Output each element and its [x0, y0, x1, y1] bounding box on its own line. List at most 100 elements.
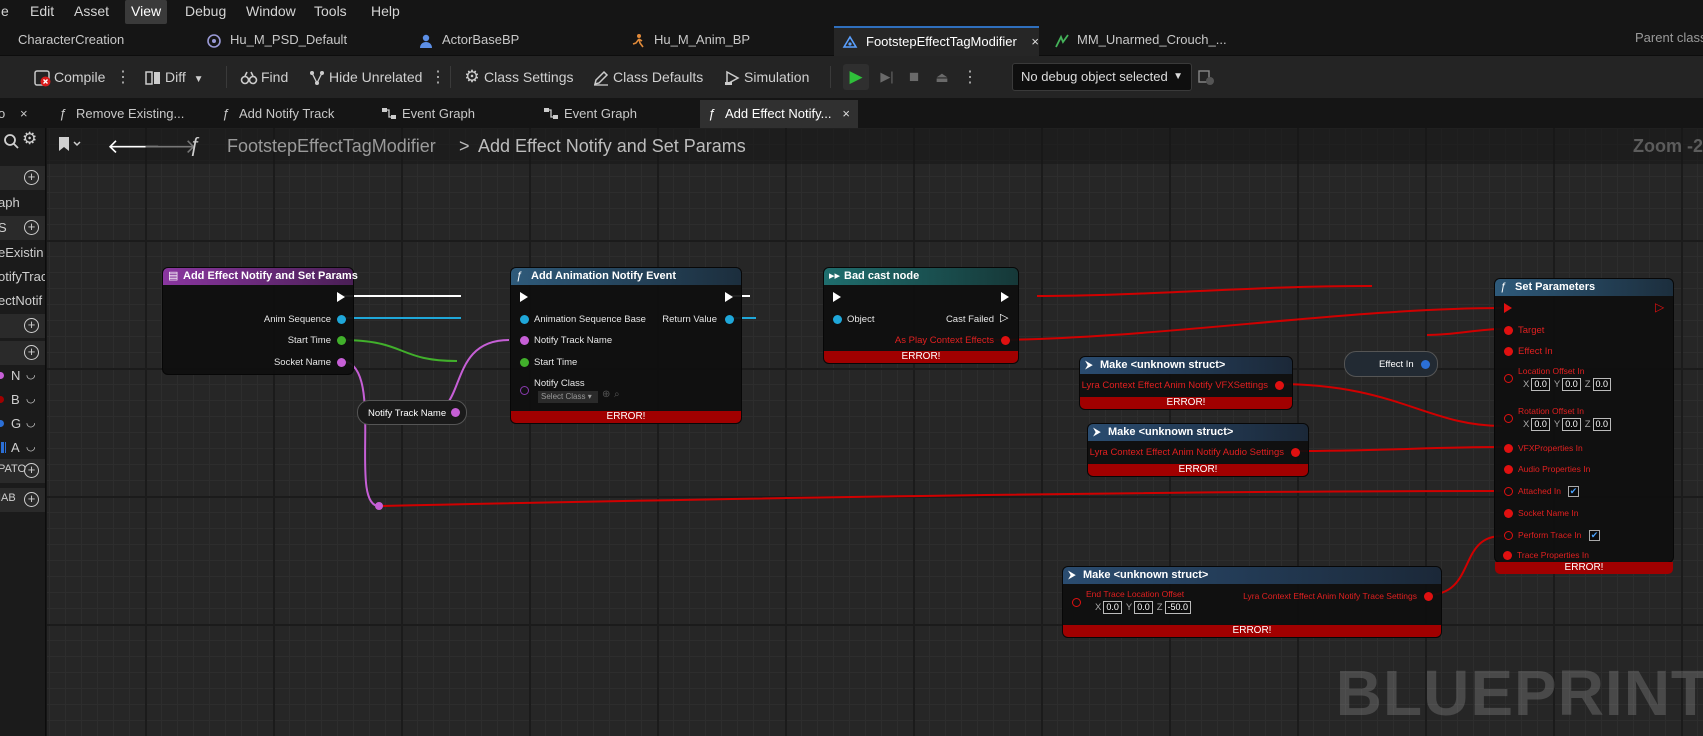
macros-header[interactable]: +	[0, 314, 45, 338]
close-tab-icon[interactable]: ×	[20, 100, 28, 128]
menu-debug[interactable]: Debug	[179, 0, 232, 24]
notify-class-pin[interactable]	[520, 386, 529, 395]
tab-character-creation[interactable]: CharacterCreation	[0, 26, 185, 56]
add-icon[interactable]: +	[24, 345, 39, 360]
start-time-pin[interactable]	[520, 358, 529, 367]
step-icon[interactable]: ▶|	[874, 64, 900, 90]
search-icon[interactable]: ⌕	[614, 389, 620, 400]
notify-track-name-getter[interactable]: Notify Track Name	[357, 400, 467, 425]
breadcrumb-function[interactable]: FootstepEffectTagModifier	[227, 136, 436, 157]
z-input[interactable]: -50.0	[1164, 601, 1192, 614]
make-vfx-struct-node[interactable]: ⮞ Make <unknown struct> Lyra Context Eff…	[1079, 356, 1293, 410]
debug-object-select[interactable]: No debug object selected ▼	[1012, 63, 1192, 91]
anim-sequence-pin[interactable]	[337, 315, 346, 324]
compile-button[interactable]: Compile	[33, 65, 105, 89]
attached-checkbox[interactable]: ✔	[1568, 486, 1579, 497]
reroute-knot[interactable]	[375, 502, 383, 510]
z-input[interactable]: 0.0	[1592, 418, 1612, 431]
tab-actor-base-bp[interactable]: ActorBaseBP	[418, 26, 608, 56]
menu-view[interactable]: View	[125, 0, 168, 24]
socket-name-pin[interactable]	[337, 358, 346, 367]
tab-event-graph-2[interactable]: Event Graph	[540, 100, 637, 128]
graph-item[interactable]: aph	[0, 191, 45, 215]
stop-icon[interactable]: ■	[901, 64, 927, 90]
z-input[interactable]: 0.0	[1592, 378, 1612, 391]
location-offset-pin[interactable]	[1504, 374, 1513, 383]
bookmark-icon[interactable]	[57, 136, 83, 157]
select-class-dropdown[interactable]: Select Class ▾	[538, 391, 598, 403]
eye-icon[interactable]: ◡	[26, 440, 36, 453]
function-item-remove-existing[interactable]: eExistin	[0, 241, 45, 265]
search-icon[interactable]	[3, 133, 19, 152]
vfx-settings-out-pin[interactable]	[1275, 381, 1284, 390]
menu-help[interactable]: Help	[365, 0, 406, 24]
variable-item[interactable]: A ◡	[0, 436, 45, 460]
menu-file[interactable]: e	[0, 0, 15, 24]
local-variables-header[interactable]: IAB +	[0, 488, 45, 512]
audio-settings-out-pin[interactable]	[1291, 448, 1300, 457]
exec-in-pin[interactable]	[833, 292, 841, 302]
gear-icon[interactable]: ⚙	[22, 129, 37, 149]
blueprint-graph-canvas[interactable]: 🡐 🡒 ƒ FootstepEffectTagModifier > Add Ef…	[47, 128, 1703, 736]
return-value-pin[interactable]	[725, 315, 734, 324]
menu-window[interactable]: Window	[240, 0, 302, 24]
tab-hu-m-anim-bp[interactable]: Hu_M_Anim_BP	[630, 26, 820, 56]
menu-edit[interactable]: Edit	[24, 0, 60, 24]
target-pin[interactable]	[1504, 326, 1513, 335]
close-tab-icon[interactable]: ×	[1031, 28, 1039, 56]
class-defaults-button[interactable]: Class Defaults	[592, 65, 703, 89]
add-icon[interactable]: +	[24, 463, 39, 478]
trace-properties-pin[interactable]	[1503, 551, 1512, 560]
debug-filter-icon[interactable]	[1197, 68, 1215, 89]
x-input[interactable]: 0.0	[1531, 378, 1550, 391]
add-icon[interactable]: +	[24, 492, 39, 507]
compile-options-icon[interactable]: ⋮	[115, 67, 131, 87]
eye-icon[interactable]: ◡	[26, 392, 36, 405]
play-options-icon[interactable]: ⋮	[962, 67, 978, 87]
diff-button[interactable]: Diff ▼	[144, 65, 204, 89]
exec-out-pin[interactable]	[725, 292, 733, 302]
exec-in-pin[interactable]	[1504, 303, 1512, 313]
variable-item[interactable]: B ◡	[0, 388, 45, 412]
find-button[interactable]: Find	[240, 65, 288, 89]
tab-add-effect-notify[interactable]: ƒ Add Effect Notify... ×	[700, 100, 858, 128]
attached-pin[interactable]	[1504, 487, 1513, 496]
bad-cast-node[interactable]: ▸▸ Bad cast node Object Cast Failed ▷ As…	[823, 267, 1019, 364]
functions-section-header[interactable]: S+	[0, 216, 45, 240]
function-entry-node[interactable]: ▤ Add Effect Notify and Set Params Anim …	[162, 267, 358, 375]
play-icon[interactable]: ▶	[843, 64, 869, 90]
x-input[interactable]: 0.0	[1531, 418, 1550, 431]
y-input[interactable]: 0.0	[1562, 378, 1581, 391]
audio-properties-pin[interactable]	[1504, 465, 1513, 474]
menu-asset[interactable]: Asset	[68, 0, 115, 24]
animation-sequence-base-pin[interactable]	[520, 315, 529, 324]
menu-tools[interactable]: Tools	[308, 0, 353, 24]
exec-out-pin[interactable]: ▷	[1655, 300, 1664, 314]
effect-in-pin[interactable]	[1504, 347, 1513, 356]
simulation-button[interactable]: Simulation	[723, 65, 809, 89]
exec-out-pin[interactable]	[337, 292, 345, 302]
browse-icon[interactable]: ⊕	[602, 389, 610, 400]
add-icon[interactable]: +	[24, 170, 39, 185]
trace-settings-out-pin[interactable]	[1424, 592, 1433, 601]
add-animation-notify-event-node[interactable]: ƒ Add Animation Notify Event Animation S…	[510, 267, 742, 424]
socket-name-in-pin[interactable]	[1504, 509, 1513, 518]
y-input[interactable]: 0.0	[1134, 601, 1153, 614]
end-trace-location-pin[interactable]	[1072, 598, 1081, 607]
hide-unrelated-button[interactable]: Hide Unrelated	[308, 65, 422, 89]
function-item-add-effect-notify[interactable]: ectNotif	[0, 289, 45, 313]
close-tab-icon[interactable]: ×	[842, 100, 850, 128]
add-icon[interactable]: +	[24, 318, 39, 333]
make-trace-struct-node[interactable]: ⮞ Make <unknown struct> End Trace Locati…	[1062, 566, 1442, 638]
effect-in-getter[interactable]: Effect In	[1344, 351, 1438, 377]
make-audio-struct-node[interactable]: ⮞ Make <unknown struct> Lyra Context Eff…	[1087, 423, 1309, 477]
variables-header[interactable]: +	[0, 341, 45, 365]
eye-icon[interactable]: ◡	[26, 368, 36, 381]
tab-partial[interactable]: o ×	[0, 100, 46, 128]
variable-item[interactable]: G ◡	[0, 412, 45, 436]
as-play-context-effects-pin[interactable]	[1001, 336, 1010, 345]
tab-hu-m-psd-default[interactable]: Hu_M_PSD_Default	[203, 26, 403, 56]
function-item-add-notify-track[interactable]: otifyTrac	[0, 265, 45, 289]
perform-trace-checkbox[interactable]: ✔	[1589, 530, 1600, 541]
y-input[interactable]: 0.0	[1562, 418, 1581, 431]
